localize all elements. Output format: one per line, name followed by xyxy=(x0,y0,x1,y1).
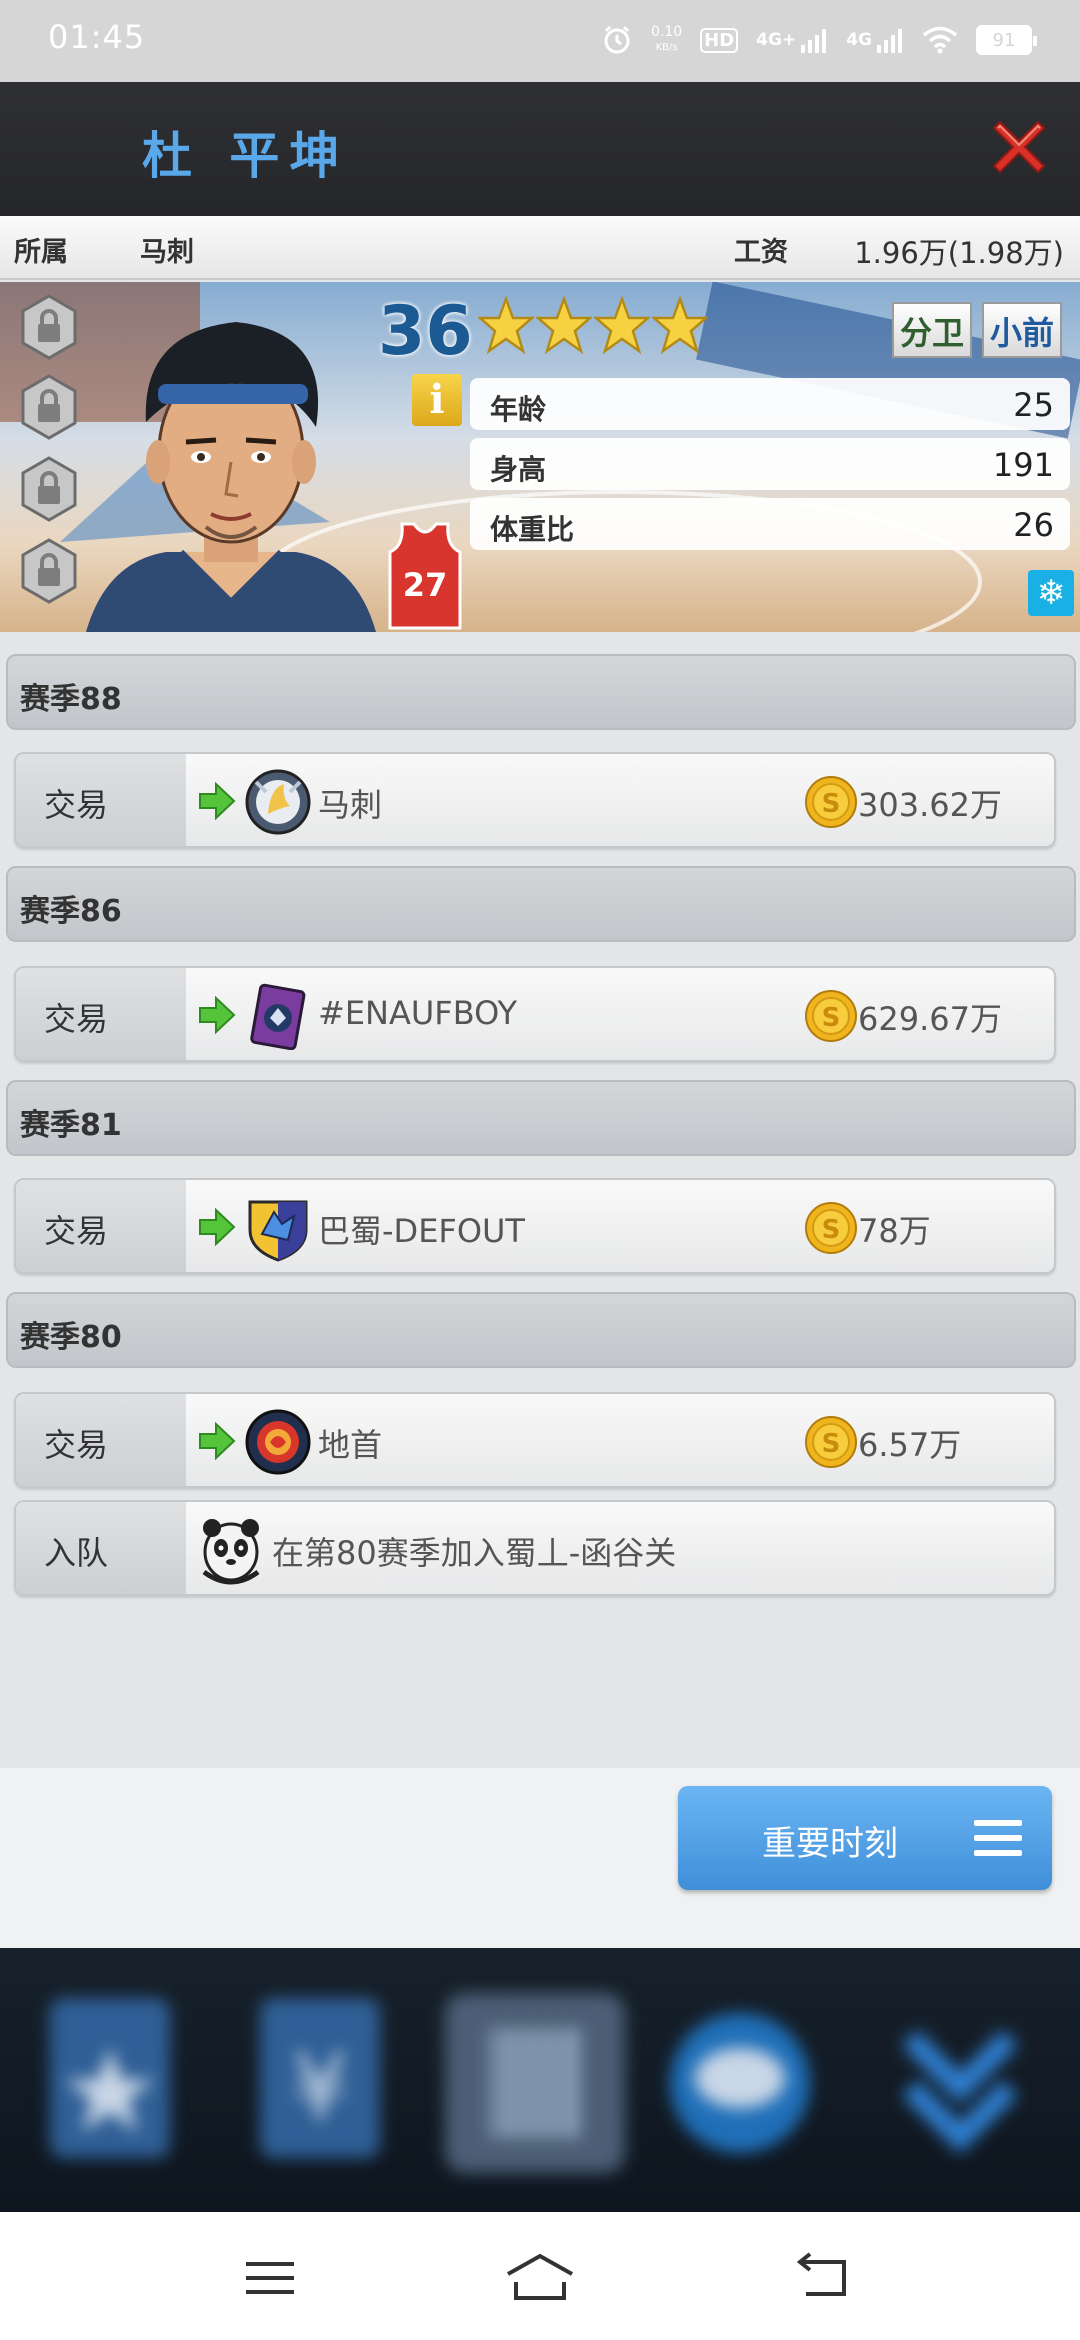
player-card: 27 36 分卫 小前 i 年龄 25 身高 191 体重比 26 ❄ xyxy=(0,282,1080,632)
coin-icon: S xyxy=(805,990,857,1042)
close-button[interactable] xyxy=(984,112,1054,182)
star-icon xyxy=(594,296,650,355)
salary-label: 工资 xyxy=(734,237,788,268)
star-icon xyxy=(536,296,592,355)
star-icon xyxy=(652,296,708,355)
salary-value: 1.96万(1.98万) xyxy=(854,236,1064,270)
status-bar: 01:45 0.10 KB/s HD 4G+ 4G 91 xyxy=(0,0,1080,82)
position-badge-sg: 分卫 xyxy=(892,302,973,358)
overall-rating: 36 xyxy=(378,292,473,371)
player-name: 杜 平坤 xyxy=(142,127,350,185)
event-type: 交易 xyxy=(44,1426,109,1464)
season-header: 赛季86 xyxy=(6,866,1076,942)
wolf-card-logo xyxy=(250,983,306,1050)
team-name: 地首 xyxy=(318,1426,383,1464)
round-emblem-logo xyxy=(245,1409,311,1475)
history-event-row[interactable]: 交易 地首 S 6.57万 xyxy=(14,1392,1056,1488)
history-event-row[interactable]: 交易 巴蜀-DEFOUT S 78万 xyxy=(14,1178,1056,1274)
history-event-row[interactable]: 交易 #ENAUFBOY S 629.67万 xyxy=(14,966,1056,1062)
lock-icon xyxy=(21,374,77,440)
event-type: 交易 xyxy=(44,1000,109,1038)
jersey-icon: 27 xyxy=(388,522,462,630)
lock-icon xyxy=(21,456,77,522)
trade-price: 629.67万 xyxy=(858,1000,1002,1038)
recents-menu-icon[interactable] xyxy=(230,2242,310,2312)
svg-text:S: S xyxy=(822,1215,841,1245)
event-type: 入队 xyxy=(44,1534,109,1572)
home-icon[interactable] xyxy=(500,2242,580,2312)
nav-star-icon[interactable] xyxy=(30,1988,190,2178)
arrow-right-icon xyxy=(199,782,236,820)
season-header: 赛季88 xyxy=(6,654,1076,730)
status-icons: 0.10 KB/s HD 4G+ 4G 91 xyxy=(601,20,1037,60)
history-event-row[interactable]: 交易 马刺 S 303.62万 xyxy=(14,752,1056,848)
join-description: 在第80赛季加入蜀丄-函谷关 xyxy=(272,1534,677,1572)
wifi-icon xyxy=(922,20,958,60)
status-time: 01:45 xyxy=(48,18,146,56)
event-type: 交易 xyxy=(44,786,109,824)
nav-expand-icon[interactable] xyxy=(880,1988,1040,2178)
signal-icon: 4G xyxy=(846,20,904,60)
team-label: 所属 xyxy=(14,237,68,268)
key-moments-button[interactable]: 重要时刻 xyxy=(678,1786,1052,1890)
info-button[interactable]: i xyxy=(412,374,462,426)
nav-court-icon[interactable] xyxy=(440,1988,630,2178)
season-header: 赛季81 xyxy=(6,1080,1076,1156)
game-bottom-nav: ¥ xyxy=(0,1948,1080,2212)
snowflake-icon[interactable]: ❄ xyxy=(1028,570,1074,616)
back-icon[interactable] xyxy=(784,2242,864,2312)
spurs-logo xyxy=(245,769,311,835)
event-type: 交易 xyxy=(44,1212,109,1250)
svg-text:S: S xyxy=(822,789,841,819)
panda-logo xyxy=(202,1519,260,1585)
wolf-shield-logo xyxy=(248,1200,308,1262)
coin-icon: S xyxy=(805,1416,857,1468)
battery-icon: 91 xyxy=(976,25,1037,55)
history-event-row[interactable]: 入队 在第80赛季加入蜀丄-函谷关 xyxy=(14,1500,1056,1596)
alarm-icon xyxy=(601,20,633,60)
stat-age: 年龄 25 xyxy=(470,378,1070,430)
star-icon xyxy=(478,296,534,355)
signal-icon: 4G+ xyxy=(756,20,828,60)
lock-icon xyxy=(21,538,77,604)
coin-icon: S xyxy=(805,1202,857,1254)
svg-text:S: S xyxy=(822,1003,841,1033)
nav-currency-icon[interactable]: ¥ xyxy=(240,1988,400,2178)
nav-chat-icon[interactable] xyxy=(660,1988,820,2178)
team-name: 巴蜀-DEFOUT xyxy=(318,1212,525,1250)
star-rating xyxy=(478,296,708,356)
stat-height: 身高 191 xyxy=(470,438,1070,490)
svg-text:S: S xyxy=(822,1429,841,1459)
season-header: 赛季80 xyxy=(6,1292,1076,1368)
arrow-right-icon xyxy=(199,996,236,1034)
coin-icon: S xyxy=(805,776,857,828)
trade-price: 78万 xyxy=(858,1212,931,1250)
team-name: #ENAUFBOY xyxy=(318,994,518,1032)
key-moments-label: 重要时刻 xyxy=(762,1824,898,1864)
player-avatar xyxy=(86,322,376,632)
arrow-right-icon xyxy=(199,1208,236,1246)
team-salary-strip: 所属 马刺 工资 1.96万(1.98万) xyxy=(0,216,1080,280)
jersey-number: 27 xyxy=(403,566,448,604)
menu-icon xyxy=(974,1820,1022,1856)
close-icon xyxy=(992,120,1046,174)
lock-icon xyxy=(21,294,77,360)
position-badge-sf: 小前 xyxy=(982,302,1063,358)
svg-text:¥: ¥ xyxy=(291,2035,348,2140)
trade-price: 6.57万 xyxy=(858,1426,962,1464)
arrow-right-icon xyxy=(199,1422,236,1460)
team-value: 马刺 xyxy=(140,237,194,268)
team-name: 马刺 xyxy=(318,786,383,824)
hd-icon: HD xyxy=(700,20,739,60)
system-navigation-bar xyxy=(0,2212,1080,2340)
net-speed: 0.10 KB/s xyxy=(650,24,683,54)
trade-price: 303.62万 xyxy=(858,786,1002,824)
dialog-header: 杜 平坤 xyxy=(0,82,1080,216)
stat-weight-ratio: 体重比 26 xyxy=(470,498,1070,550)
